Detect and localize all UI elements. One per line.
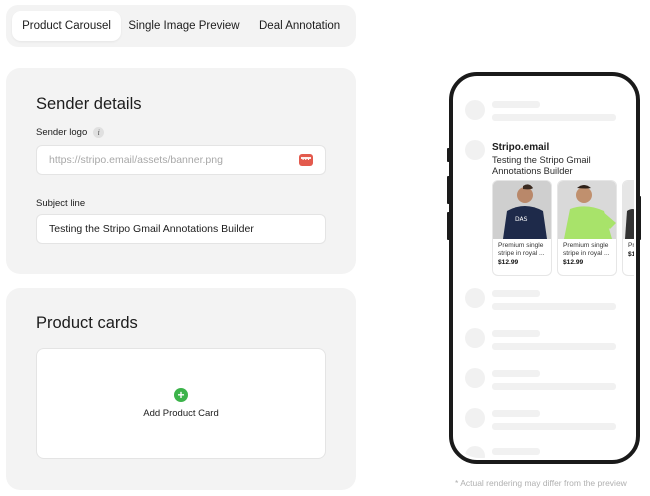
product-image bbox=[558, 181, 616, 239]
preview-product-card: DAS Premium single stripe in royal ... $… bbox=[492, 180, 552, 276]
image-upload-icon[interactable] bbox=[299, 154, 313, 166]
phone-screen: Stripo.email Testing the Stripo Gmail An… bbox=[455, 78, 634, 458]
preview-product-card: Premium single stripe in royal ... $12.9… bbox=[557, 180, 617, 276]
product-photo: DAS bbox=[493, 181, 551, 239]
preview-product-card: Pr st $1 bbox=[622, 180, 634, 276]
info-icon[interactable]: i bbox=[93, 127, 105, 138]
skeleton-line bbox=[492, 303, 616, 310]
skeleton-avatar bbox=[465, 408, 485, 428]
subject-line-label: Subject line bbox=[36, 198, 86, 209]
skeleton-line bbox=[492, 114, 616, 121]
skeleton-line bbox=[492, 370, 540, 377]
product-photo bbox=[558, 181, 616, 239]
sender-details-title: Sender details bbox=[36, 95, 142, 113]
tab-deal-annotation[interactable]: Deal Annotation bbox=[247, 11, 352, 41]
product-cards-panel: Product cards + Add Product Card bbox=[6, 288, 356, 490]
add-product-card-button[interactable]: + Add Product Card bbox=[36, 348, 326, 459]
skeleton-line bbox=[492, 330, 540, 337]
skeleton-avatar bbox=[465, 140, 485, 160]
skeleton-avatar bbox=[465, 100, 485, 120]
product-image: DAS bbox=[493, 181, 551, 239]
product-photo bbox=[623, 181, 634, 239]
add-product-card-label: Add Product Card bbox=[143, 408, 219, 419]
product-description: Premium single stripe in royal ... bbox=[563, 242, 610, 257]
sender-logo-input[interactable]: https://stripo.email/assets/banner.png bbox=[36, 145, 326, 175]
sender-logo-label: Sender logo i bbox=[36, 127, 105, 138]
skeleton-line bbox=[492, 343, 616, 350]
skeleton-line bbox=[492, 410, 540, 417]
product-price: $12.99 bbox=[563, 259, 584, 266]
skeleton-line bbox=[492, 101, 540, 108]
svg-text:DAS: DAS bbox=[515, 216, 528, 223]
sender-logo-label-text: Sender logo bbox=[36, 127, 88, 138]
skeleton-avatar bbox=[465, 288, 485, 308]
product-cards-title: Product cards bbox=[36, 314, 138, 332]
tab-bar: Product Carousel Single Image Preview De… bbox=[6, 5, 356, 47]
skeleton-line bbox=[492, 423, 616, 430]
skeleton-line bbox=[492, 448, 540, 455]
skeleton-line bbox=[492, 290, 540, 297]
skeleton-line bbox=[492, 383, 616, 390]
sender-logo-placeholder: https://stripo.email/assets/banner.png bbox=[49, 154, 223, 166]
product-description: Pr st bbox=[628, 242, 634, 249]
preview-subject: Testing the Stripo Gmail Annotations Bui… bbox=[492, 155, 591, 176]
subject-line-input[interactable]: Testing the Stripo Gmail Annotations Bui… bbox=[36, 214, 326, 244]
preview-disclaimer: * Actual rendering may differ from the p… bbox=[455, 478, 627, 488]
skeleton-avatar bbox=[465, 328, 485, 348]
sender-details-panel: Sender details Sender logo i https://str… bbox=[6, 68, 356, 274]
skeleton-avatar bbox=[465, 446, 485, 458]
plus-icon: + bbox=[174, 388, 188, 402]
product-price: $12.99 bbox=[498, 259, 519, 266]
tab-single-image-preview[interactable]: Single Image Preview bbox=[121, 11, 247, 41]
product-image bbox=[623, 181, 634, 239]
phone-preview: Stripo.email Testing the Stripo Gmail An… bbox=[449, 72, 640, 464]
preview-sender-name: Stripo.email bbox=[492, 142, 550, 153]
skeleton-avatar bbox=[465, 368, 485, 388]
product-description: Premium single stripe in royal ... bbox=[498, 242, 545, 257]
subject-line-value: Testing the Stripo Gmail Annotations Bui… bbox=[49, 223, 254, 235]
tab-product-carousel[interactable]: Product Carousel bbox=[12, 11, 121, 41]
product-price: $1 bbox=[628, 251, 634, 258]
